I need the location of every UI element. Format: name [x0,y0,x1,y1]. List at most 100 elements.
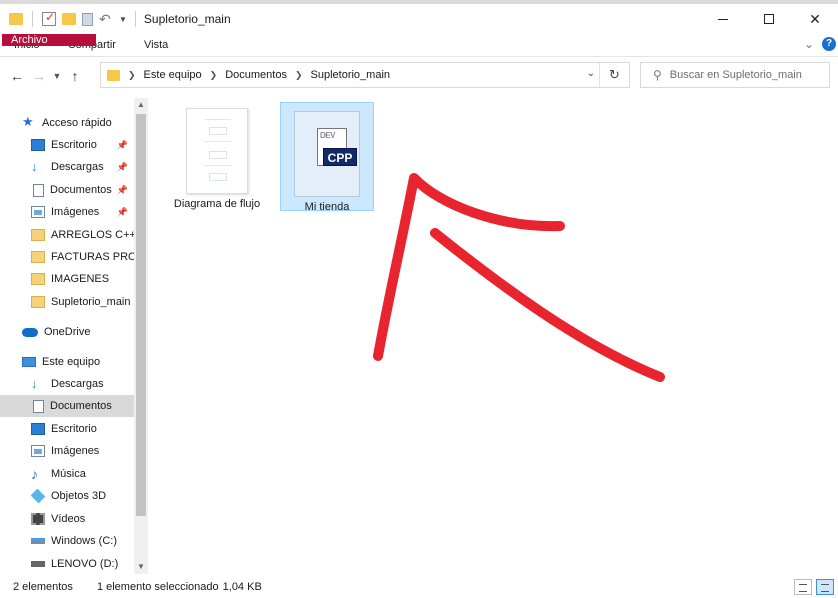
breadcrumb-este-equipo[interactable]: Este equipo [144,69,202,81]
large-icons-view-icon[interactable] [816,579,834,595]
expand-ribbon-chevron-icon[interactable]: ⌄ [804,37,814,51]
divider [134,11,136,27]
search-icon: ⚲ [653,68,662,82]
chevron-right-icon[interactable]: ❯ [295,70,303,81]
scroll-thumb[interactable] [136,114,146,516]
breadcrumb-documentos[interactable]: Documentos [225,69,287,81]
status-bar: 2 elementos 1 elemento seleccionado 1,04… [0,576,838,598]
forward-arrow-icon[interactable]: → [28,68,50,84]
sidebar-item-objetos-3d[interactable]: Objetos 3D [0,485,134,507]
pin-icon: 📌 [116,206,128,217]
new-folder-icon[interactable] [62,13,76,25]
sidebar-item-label: Supletorio_main [51,296,131,308]
minimize-button[interactable] [700,4,746,34]
sidebar-item-label: Música [51,468,86,480]
tab-vista[interactable]: Vista [130,34,182,56]
sidebar-item-label: Vídeos [51,513,86,525]
properties-check-icon[interactable] [42,10,56,26]
ribbon-right-controls: ⌄ ? [804,37,836,51]
sidebar-item-escritorio[interactable]: Escritorio 📌 [0,134,134,156]
star-icon: ★ [22,114,34,129]
sidebar-item-label: Documentos [50,184,112,196]
tab-archivo[interactable]: Archivo [2,34,96,46]
recent-locations-chevron-icon[interactable]: ▼ [50,71,64,81]
sidebar-item-descargas-pc[interactable]: ↓ Descargas [0,373,134,395]
quick-access-toolbar: ↶ ▼ [9,10,127,27]
sidebar-item-label: Windows (C:) [51,535,118,547]
sidebar-item-label: Objetos 3D [51,490,107,502]
sidebar-item-documentos[interactable]: Documentos 📌 [0,179,134,201]
customize-toolbar-chevron-icon[interactable]: ▼ [119,15,127,24]
scroll-up-icon[interactable]: ▲ [134,98,148,112]
sidebar-item-documentos-pc[interactable]: Documentos [0,395,134,417]
search-input[interactable]: Buscar en Supletorio_main [670,69,802,81]
cube-icon [30,488,46,504]
pc-icon [22,357,36,367]
close-button[interactable]: ✕ [792,4,838,34]
sidebar-item-label: Descargas [51,161,104,173]
chevron-right-icon[interactable]: ❯ [128,70,136,81]
undo-icon[interactable]: ↶ [99,12,113,26]
maximize-button[interactable] [746,4,792,34]
cpp-badge: CPP [323,148,357,166]
cpp-file-icon: DEV CPP [294,111,360,197]
sidebar-item-label: Imágenes [51,445,100,457]
properties-icon[interactable] [82,12,93,26]
sidebar-item-escritorio-pc[interactable]: Escritorio [0,418,134,440]
sidebar-item-label: FACTURAS PRODUCTOS [51,251,134,263]
sidebar-item-videos[interactable]: Vídeos [0,508,134,530]
back-arrow-icon[interactable]: ← [6,68,28,84]
sidebar-item-imagenes-pc[interactable]: Imágenes [0,440,134,462]
folder-icon [107,69,120,81]
sidebar-item-label: Escritorio [51,423,97,435]
sidebar-item-label: OneDrive [44,326,91,338]
sidebar-item-arreglos-c[interactable]: ARREGLOS C++ [0,224,134,246]
file-list[interactable]: Diagrama de flujo DEV CPP Mi tienda [150,98,838,574]
scroll-down-icon[interactable]: ▼ [134,560,148,574]
sidebar-item-imagenes[interactable]: Imágenes 📌 [0,201,134,223]
sidebar-item-facturas-productos[interactable]: FACTURAS PRODUCTOS [0,246,134,268]
sidebar-item-lenovo-d[interactable]: LENOVO (D:) [0,553,134,574]
sidebar-item-supletorio-main[interactable]: Supletorio_main [0,291,134,313]
file-item-mi-tienda[interactable]: DEV CPP Mi tienda [280,102,374,213]
refresh-icon[interactable]: ↻ [599,63,629,87]
file-item-diagrama-de-flujo[interactable]: Diagrama de flujo [170,102,264,211]
file-name: Mi tienda [304,201,350,213]
sidebar-item-label: ARREGLOS C++ [51,229,134,241]
sidebar-item-label: Escritorio [51,139,97,151]
thumbnail-line [205,165,231,166]
navigation-pane: ★ Acceso rápido Escritorio 📌 ↓ Descargas… [0,98,150,574]
navigation-pane-scrollbar[interactable]: ▲ ▼ [134,98,148,574]
image-icon [31,206,45,218]
up-arrow-icon[interactable]: ↑ [64,68,86,84]
sidebar-item-musica[interactable]: ♪ Música [0,463,134,485]
download-icon: ↓ [31,159,38,174]
search-box[interactable]: ⚲ Buscar en Supletorio_main [640,62,830,88]
sidebar-item-imagenes-folder[interactable]: IMAGENES [0,268,134,290]
divider [32,11,33,27]
thumbnail-box [209,173,227,181]
dev-logo: DEV [320,131,335,140]
address-history-chevron-icon[interactable]: ⌄ [587,68,595,79]
help-icon[interactable]: ? [822,37,836,51]
sidebar-item-acceso-rapido[interactable]: ★ Acceso rápido [0,112,134,134]
details-view-icon[interactable] [794,579,812,595]
window-title: Supletorio_main [143,12,231,26]
drive-icon [31,538,45,544]
item-count: 2 elementos [13,581,73,593]
breadcrumb-supletorio-main[interactable]: Supletorio_main [311,69,391,81]
title-bar: ↶ ▼ Supletorio_main ✕ [0,4,838,34]
sidebar-item-este-equipo[interactable]: Este equipo [0,351,134,373]
video-icon [31,513,45,525]
selection-info: 1 elemento seleccionado [96,581,219,593]
sidebar-item-descargas[interactable]: ↓ Descargas 📌 [0,156,134,178]
window-controls: ✕ [700,4,838,34]
chevron-right-icon[interactable]: ❯ [210,70,218,81]
sidebar-item-onedrive[interactable]: OneDrive [0,321,134,343]
sidebar-item-windows-c[interactable]: Windows (C:) [0,530,134,552]
folder-icon [31,251,45,263]
sidebar-item-label: LENOVO (D:) [51,558,119,570]
folder-icon [9,13,23,25]
desktop-icon [31,423,45,435]
address-bar[interactable]: ❯ Este equipo ❯ Documentos ❯ Supletorio_… [100,62,630,88]
